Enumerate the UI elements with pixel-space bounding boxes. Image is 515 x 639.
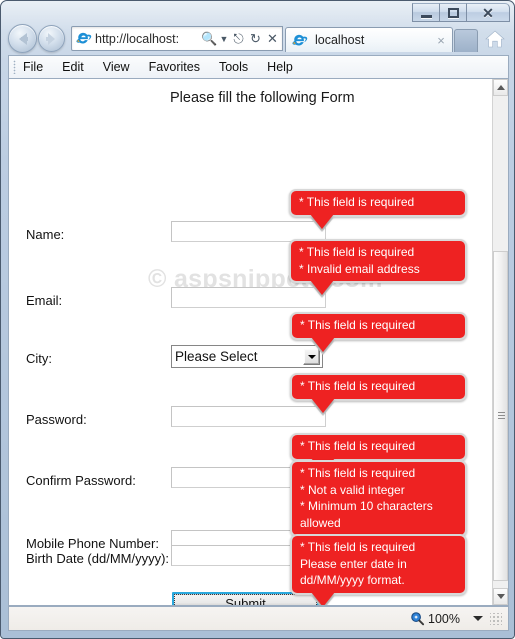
scrollbar-thumb[interactable]: [493, 251, 508, 581]
city-select[interactable]: Please Select: [171, 345, 323, 368]
menu-item-favorites[interactable]: Favorites: [149, 60, 200, 74]
menu-item-tools[interactable]: Tools: [219, 60, 248, 74]
label-birth-date: Birth Date (dd/MM/yyyy):: [26, 551, 170, 566]
validation-tooltip-password: * This field is required: [290, 373, 467, 415]
validation-tooltip-email: * This field is required * Invalid email…: [289, 239, 467, 298]
forward-arrow-icon: [46, 32, 55, 45]
browser-window: ✕ http://localhost: 🔍 ▼ ⎋ ↻ ✕ localhost …: [0, 0, 515, 639]
label-mobile-phone-number: Mobile Phone Number:: [26, 536, 159, 551]
page-title: Please fill the following Form: [170, 90, 355, 106]
close-icon: ✕: [482, 4, 494, 21]
tab-internet-explorer-icon: [292, 34, 308, 46]
label-confirm-password: Confirm Password:: [26, 473, 136, 488]
menu-bar: File Edit View Favorites Tools Help: [8, 55, 509, 78]
city-select-value: Please Select: [175, 349, 258, 364]
refresh-icon[interactable]: ↻: [248, 30, 263, 48]
validation-tooltip-confirm-password: * This field is required: [290, 433, 467, 475]
zoom-control[interactable]: 100%: [410, 611, 483, 626]
tab-strip: localhost ×: [285, 25, 478, 52]
submit-button-label: Submit: [174, 594, 317, 605]
compatibility-view-icon[interactable]: ⎋: [231, 30, 246, 48]
stop-icon[interactable]: ✕: [265, 30, 280, 48]
label-name: Name:: [26, 227, 65, 242]
navigation-toolbar: http://localhost: 🔍 ▼ ⎋ ↻ ✕ localhost ×: [1, 22, 514, 55]
page-scrollbar[interactable]: [492, 79, 508, 605]
internet-explorer-icon: [76, 32, 92, 44]
scroll-down-button[interactable]: [493, 588, 508, 605]
label-password: Password:: [26, 412, 87, 427]
restore-icon: [447, 7, 459, 18]
minimize-icon: [420, 14, 432, 18]
menu-bar-grip[interactable]: [13, 60, 16, 74]
label-city: City:: [26, 351, 52, 366]
zoom-level-label: 100%: [428, 611, 460, 626]
label-email: Email:: [26, 293, 63, 308]
web-page: Please fill the following Form © aspsnip…: [9, 79, 493, 605]
address-bar[interactable]: http://localhost: 🔍 ▼ ⎋ ↻ ✕: [71, 26, 283, 51]
tab-localhost[interactable]: localhost ×: [285, 27, 453, 52]
menu-item-edit[interactable]: Edit: [62, 60, 84, 74]
home-icon: [485, 30, 505, 47]
chevron-down-icon[interactable]: [473, 616, 483, 621]
forward-button[interactable]: [38, 25, 65, 52]
new-tab-button[interactable]: [454, 29, 478, 52]
validation-tooltip-city: * This field is required: [290, 312, 467, 354]
scroll-up-icon: [496, 85, 505, 90]
chevron-down-icon[interactable]: ▼: [219, 30, 229, 48]
window-resize-grip[interactable]: [490, 612, 502, 625]
menu-item-help[interactable]: Help: [267, 60, 293, 74]
browser-content-area: Please fill the following Form © aspsnip…: [8, 78, 509, 606]
back-arrow-icon: [18, 32, 28, 45]
scrollbar-grip-icon: [498, 412, 505, 420]
close-window-button[interactable]: ✕: [466, 3, 510, 22]
password-input[interactable]: [171, 406, 326, 427]
home-button[interactable]: [483, 27, 507, 51]
tab-title: localhost: [315, 33, 365, 47]
scroll-down-icon: [496, 594, 505, 599]
restore-button[interactable]: [439, 3, 467, 22]
search-icon[interactable]: 🔍: [201, 30, 217, 48]
validation-tooltip-name: * This field is required: [289, 189, 467, 231]
chevron-down-icon: [307, 354, 316, 359]
minimize-button[interactable]: [412, 3, 440, 22]
back-button[interactable]: [8, 24, 37, 53]
address-bar-icons: 🔍 ▼ ⎋ ↻ ✕: [201, 30, 280, 48]
menu-item-file[interactable]: File: [23, 60, 43, 74]
tab-close-icon[interactable]: ×: [434, 33, 448, 48]
email-input[interactable]: [171, 287, 326, 308]
menu-item-view[interactable]: View: [103, 60, 130, 74]
zoom-magnifier-icon: [411, 612, 425, 626]
status-bar: 100%: [8, 606, 509, 631]
validation-tooltip-birth-date: * This field is required Please enter da…: [290, 534, 467, 605]
window-controls: ✕: [412, 3, 510, 22]
title-bar: ✕: [1, 1, 514, 23]
scroll-up-button[interactable]: [493, 79, 508, 96]
validation-tooltip-mobile-phone-number: * This field is required * Not a valid i…: [290, 460, 467, 552]
address-bar-url: http://localhost:: [95, 31, 180, 46]
